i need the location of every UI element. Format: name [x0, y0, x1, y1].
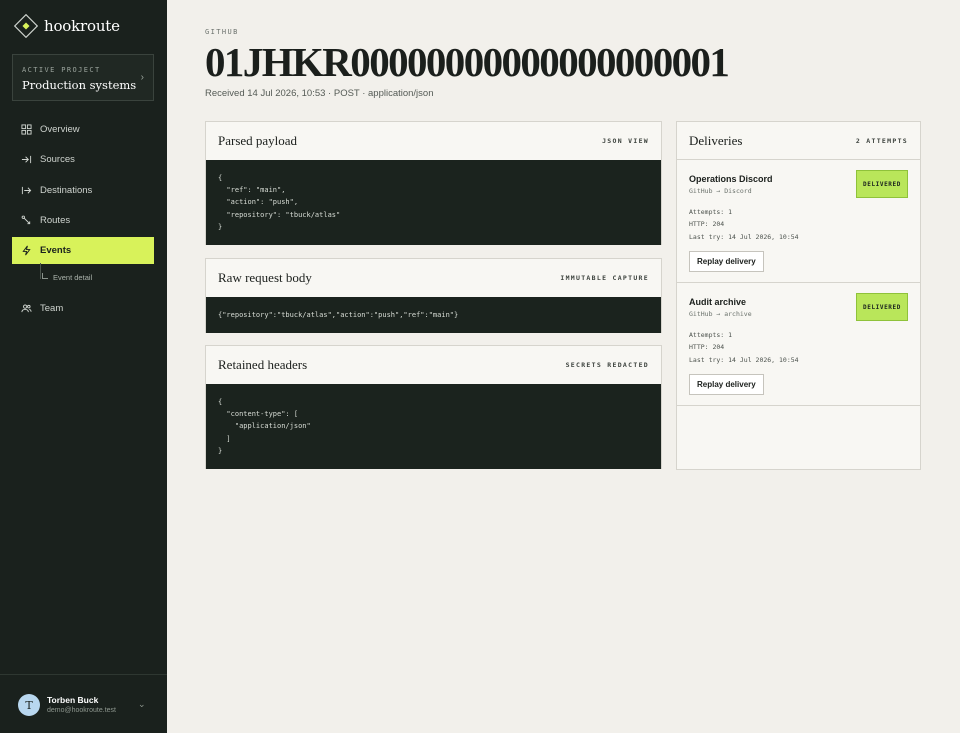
nav-item-label: Overview — [40, 124, 80, 135]
deliveries-title: Deliveries — [689, 132, 743, 148]
delivery-http: HTTP: 204 — [689, 343, 725, 352]
route-icon — [21, 215, 31, 225]
raw-body-code: {"repository":"tbuck/atlas","action":"pu… — [206, 297, 661, 333]
avatar: T — [18, 694, 40, 716]
nav-item-label: Sources — [40, 154, 75, 166]
user-menu[interactable]: T Torben Buck demo@hookroute.test ⌄ — [0, 674, 167, 733]
event-meta: Received 14 Jul 2026, 10:53 · POST · app… — [205, 88, 434, 99]
brand[interactable]: hookroute — [13, 13, 120, 39]
delivery-stats: Attempts: 1 HTTP: 204 Last try: 14 Jul 2… — [689, 206, 908, 243]
parsed-payload-code: { "ref": "main", "action": "push", "repo… — [206, 160, 661, 245]
json-view-toggle[interactable]: JSON VIEW — [602, 137, 649, 145]
nav-item-label: Routes — [40, 214, 71, 226]
brand-name: hookroute — [44, 17, 120, 35]
delivery-item: Audit archive GitHub → archive Attempts:… — [677, 283, 920, 406]
arrow-in-icon — [21, 156, 32, 164]
card-header: Raw request body IMMUTABLE CAPTURE — [206, 259, 661, 297]
project-switcher[interactable]: ACTIVE PROJECT Production systems › — [12, 54, 154, 101]
nav-subitem-event-detail[interactable]: Event detail — [12, 263, 154, 287]
nav-item-sources[interactable]: Sources — [12, 146, 154, 173]
delivery-last-try: Last try: 14 Jul 2026, 10:54 — [689, 355, 799, 364]
nav-item-team[interactable]: Team — [12, 295, 154, 322]
tree-elbow-icon — [42, 272, 48, 279]
card-header: Parsed payload JSON VIEW — [206, 122, 661, 160]
deliveries-header: Deliveries 2 ATTEMPTS — [677, 122, 920, 160]
nav-item-label: Team — [40, 303, 64, 315]
attempts-count: 2 ATTEMPTS — [855, 136, 908, 145]
card-title: Raw request body — [218, 270, 312, 285]
delivery-stats: Attempts: 1 HTTP: 204 Last try: 14 Jul 2… — [689, 329, 908, 366]
immutable-capture-badge: IMMUTABLE CAPTURE — [560, 274, 649, 282]
hookroute-logo-icon — [13, 13, 39, 39]
project-name: Production systems — [22, 78, 137, 92]
chevron-down-icon: ⌄ — [138, 699, 146, 709]
delivery-last-try: Last try: 14 Jul 2026, 10:54 — [689, 232, 799, 241]
arrow-out-icon — [21, 186, 32, 194]
delivery-attempts: Attempts: 1 — [689, 208, 733, 216]
grid-icon — [21, 124, 32, 135]
nav-item-destinations[interactable]: Destinations — [12, 177, 154, 204]
card-header: Retained headers SECRETS REDACTED — [206, 346, 661, 384]
bolt-icon — [22, 245, 31, 256]
replay-delivery-button[interactable]: Replay delivery — [689, 251, 764, 272]
deliveries-panel: Deliveries 2 ATTEMPTS Operations Discord… — [676, 121, 921, 470]
sidebar: hookroute ACTIVE PROJECT Production syst… — [0, 0, 167, 733]
status-badge: DELIVERED — [856, 293, 908, 321]
page-title: 01JHKR00000000000000000001 — [205, 39, 730, 85]
nav-subitem-label: Event detail — [53, 272, 93, 282]
nav-item-label: Events — [40, 245, 72, 257]
card-title: Retained headers — [218, 357, 308, 372]
nav-item-label: Destinations — [40, 184, 93, 196]
delivery-http: HTTP: 204 — [689, 220, 725, 229]
card-title: Parsed payload — [218, 133, 298, 148]
raw-body-card: Raw request body IMMUTABLE CAPTURE {"rep… — [205, 258, 662, 333]
user-email: demo@hookroute.test — [47, 707, 116, 714]
delivery-attempts: Attempts: 1 — [689, 331, 733, 339]
project-label: ACTIVE PROJECT — [22, 66, 101, 74]
retained-headers-code: { "content-type": [ "application/json" ]… — [206, 384, 661, 469]
user-name: Torben Buck — [47, 695, 99, 705]
chevron-right-icon: › — [140, 72, 144, 83]
nav-item-overview[interactable]: Overview — [12, 116, 154, 143]
secrets-redacted-badge: SECRETS REDACTED — [565, 361, 649, 369]
status-badge: DELIVERED — [856, 170, 908, 198]
replay-delivery-button[interactable]: Replay delivery — [689, 374, 764, 395]
event-source: GITHUB — [205, 28, 239, 36]
main-nav: Overview Sources Destinations Routes Eve… — [12, 116, 154, 326]
nav-item-routes[interactable]: Routes — [12, 207, 154, 234]
delivery-item: Operations Discord GitHub → Discord Atte… — [677, 160, 920, 283]
retained-headers-card: Retained headers SECRETS REDACTED { "con… — [205, 345, 662, 469]
users-icon — [21, 305, 32, 313]
parsed-payload-card: Parsed payload JSON VIEW { "ref": "main"… — [205, 121, 662, 245]
nav-item-events[interactable]: Events — [12, 237, 154, 265]
